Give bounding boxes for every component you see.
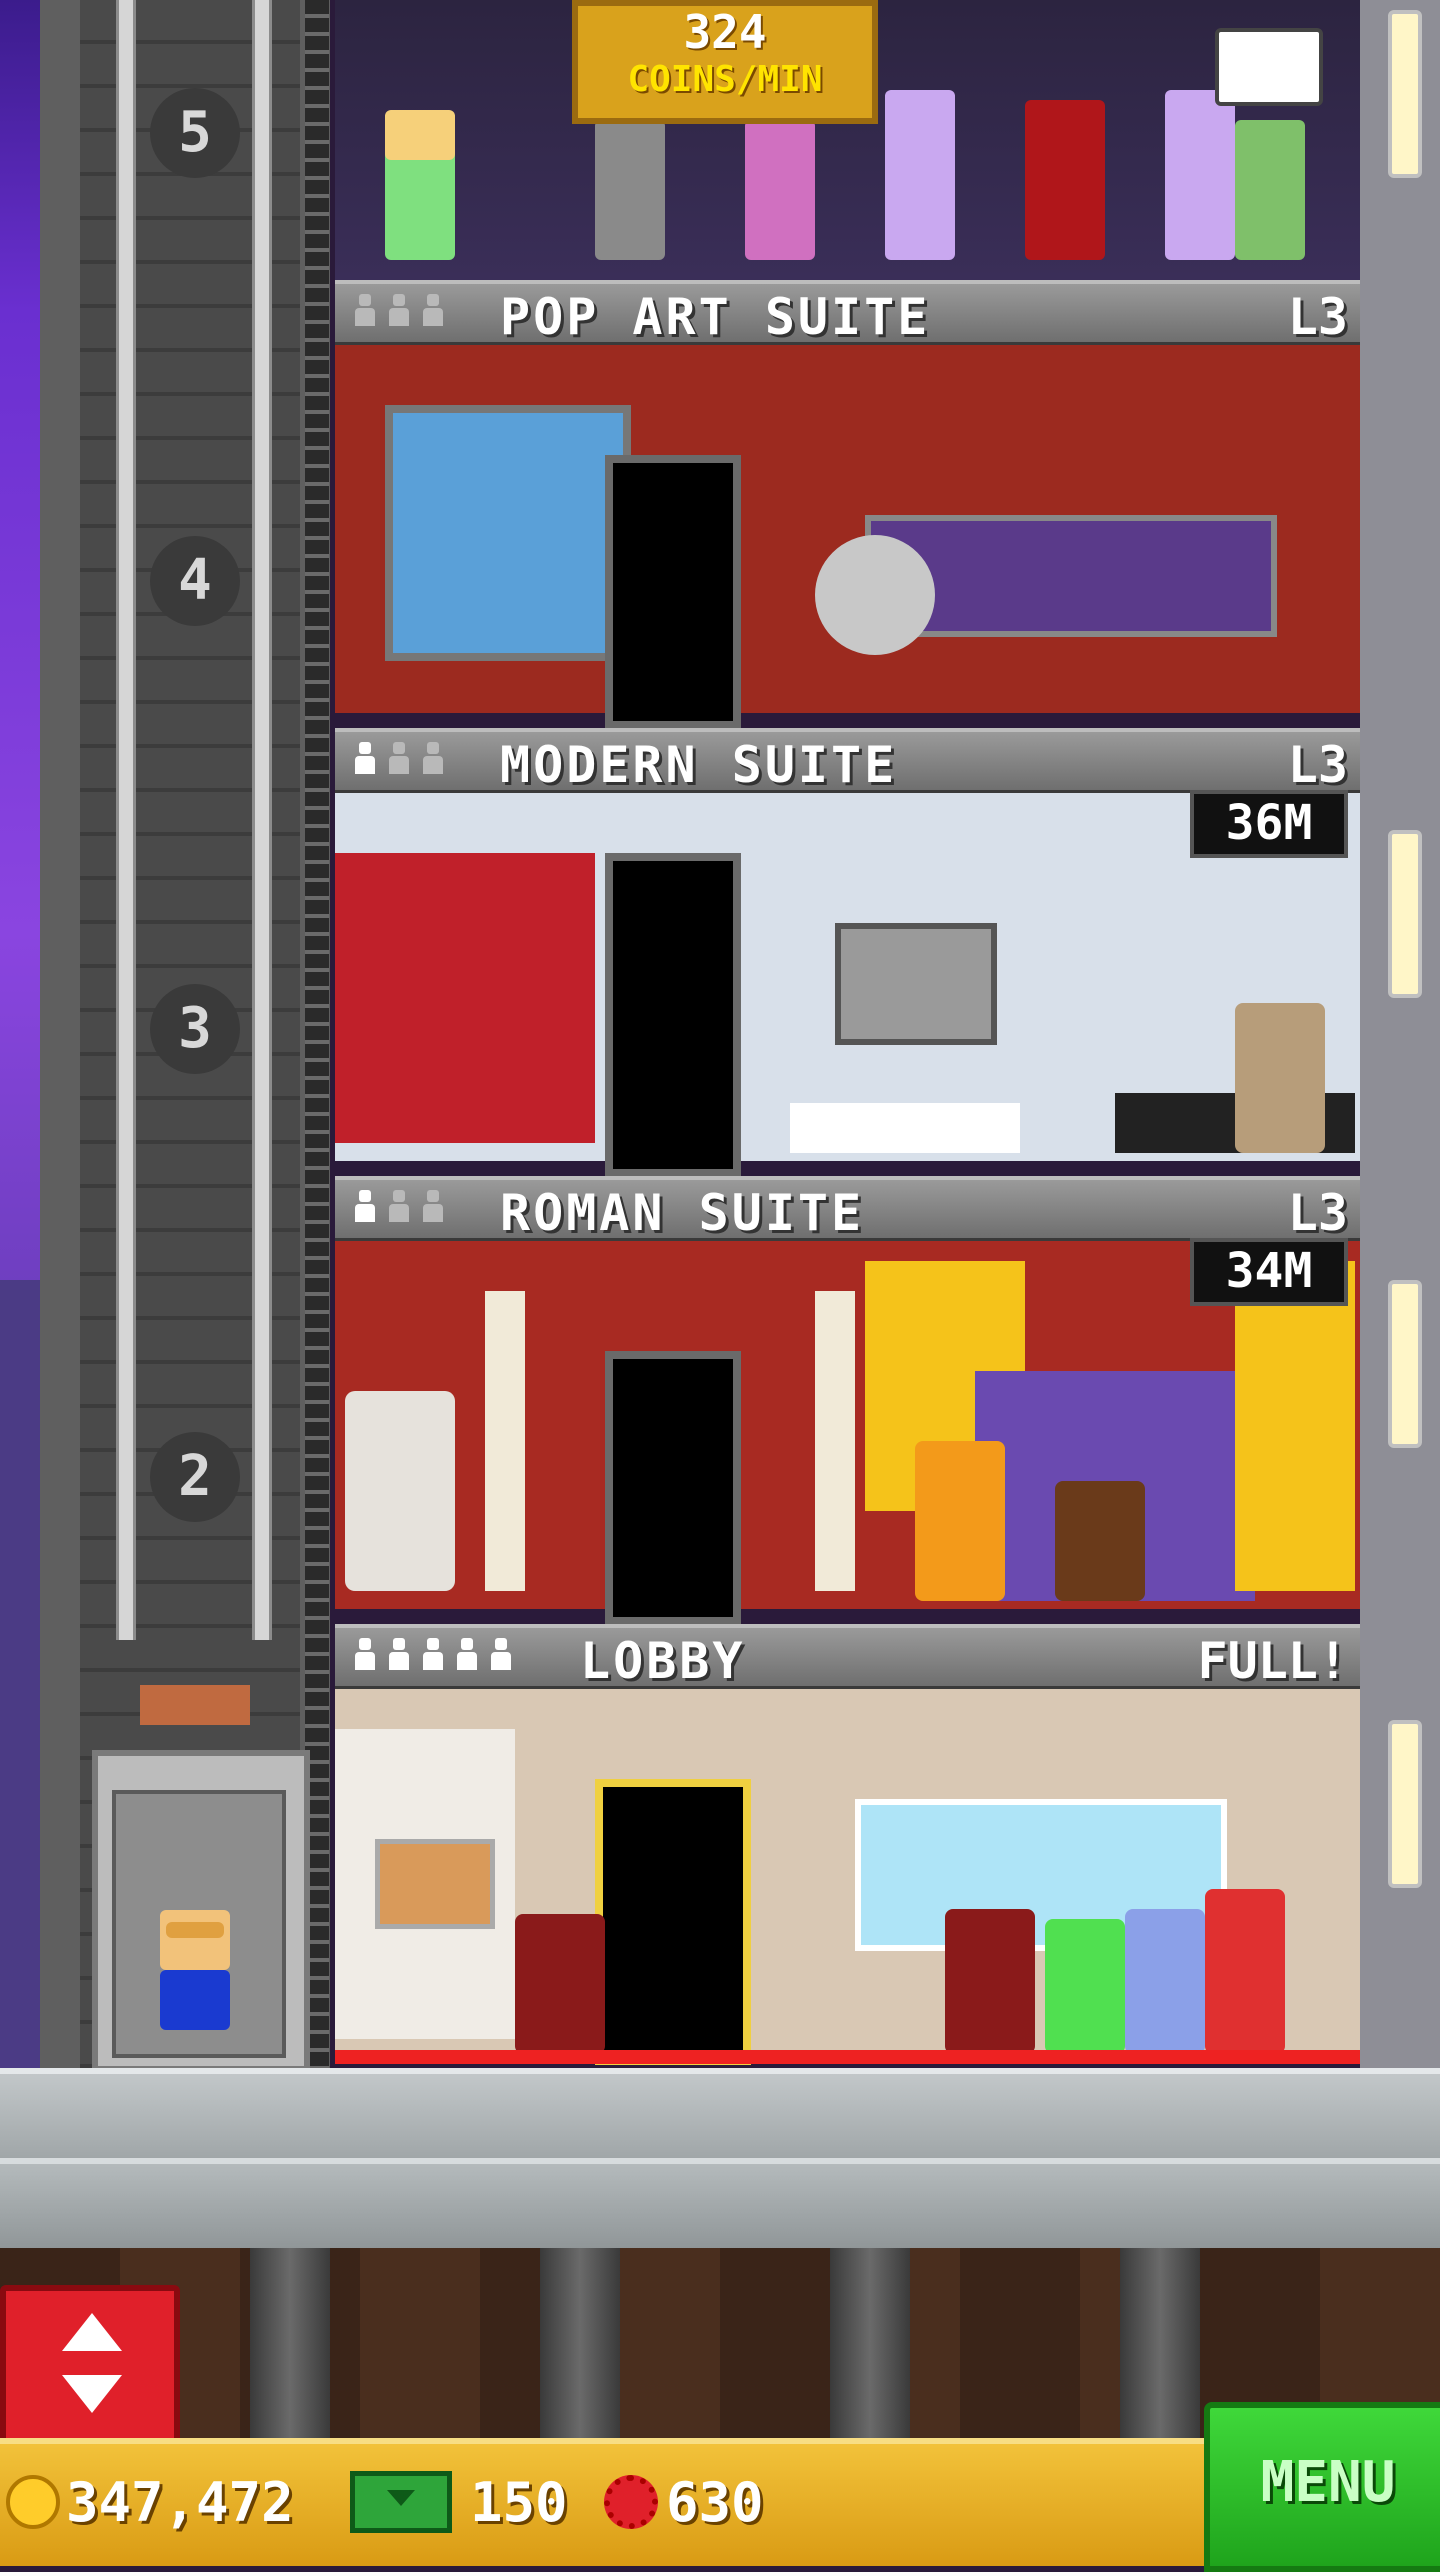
rent-price-tag: 34M bbox=[1190, 1238, 1348, 1306]
curtain-right bbox=[1235, 1261, 1355, 1591]
elevator-control-button[interactable] bbox=[0, 2285, 180, 2447]
shaft-floor-number-2: 2 bbox=[150, 1432, 240, 1522]
elevator-cable-right bbox=[252, 0, 272, 1640]
guest-character[interactable] bbox=[1055, 1481, 1145, 1601]
occupant-icon bbox=[489, 1638, 513, 1672]
wall-light bbox=[1388, 1280, 1422, 1448]
basement-pillar bbox=[250, 2248, 330, 2438]
floor-level: L3 bbox=[1287, 288, 1348, 346]
room-door bbox=[605, 455, 741, 729]
occupant-icon bbox=[387, 742, 411, 776]
shaft-floor-number-5: 5 bbox=[150, 88, 240, 178]
gem-icon bbox=[604, 2475, 658, 2529]
elevator-roof bbox=[140, 1685, 250, 1725]
column bbox=[485, 1291, 525, 1591]
guest-character[interactable] bbox=[915, 1441, 1005, 1601]
room-door bbox=[605, 853, 741, 1177]
occupant-slots bbox=[353, 742, 445, 776]
floor-name: ROMAN SUITE bbox=[500, 1184, 865, 1242]
sidewalk bbox=[0, 2068, 1440, 2164]
up-arrow-icon bbox=[62, 2313, 122, 2351]
wall-light bbox=[1388, 830, 1422, 998]
occupant-icon bbox=[387, 1638, 411, 1672]
floor-banner-roman[interactable]: ROMAN SUITE L3 bbox=[335, 1176, 1360, 1242]
sunset-painting bbox=[375, 1839, 495, 1929]
occupant-icon bbox=[421, 742, 445, 776]
tv-stand bbox=[790, 1103, 1020, 1153]
occupant-icon bbox=[421, 1190, 445, 1224]
column bbox=[815, 1291, 855, 1591]
floor-level: L3 bbox=[1287, 736, 1348, 794]
lobby-room[interactable] bbox=[335, 1689, 1360, 2065]
shaft-floor-number-4: 4 bbox=[150, 536, 240, 626]
lobby-door bbox=[595, 1779, 751, 2065]
occupant-icon bbox=[353, 1638, 377, 1672]
occupant-icon bbox=[353, 1190, 377, 1224]
coin-icon bbox=[6, 2475, 60, 2529]
guest-character[interactable] bbox=[1045, 1919, 1125, 2054]
bellhop-character[interactable] bbox=[945, 1909, 1035, 2054]
floor-level: FULL! bbox=[1197, 1632, 1348, 1690]
basement-pillar bbox=[1120, 2248, 1200, 2438]
down-arrow-icon bbox=[62, 2375, 122, 2413]
bux-value: 150 bbox=[470, 2470, 568, 2534]
statue bbox=[345, 1391, 455, 1591]
occupant-icon bbox=[353, 294, 377, 328]
room-door bbox=[605, 1351, 741, 1625]
floor-level: L3 bbox=[1287, 1184, 1348, 1242]
shaft-floor-number-3: 3 bbox=[150, 984, 240, 1074]
pop-art-suite-room[interactable] bbox=[335, 345, 1360, 729]
occupant-slots bbox=[353, 1638, 513, 1672]
coins-per-min-unit: COINS/MIN bbox=[627, 59, 823, 100]
floor-banner-lobby[interactable]: LOBBY FULL! bbox=[335, 1624, 1360, 1690]
floor-banner-modern[interactable]: MODERN SUITE L3 bbox=[335, 728, 1360, 794]
pop-art-painting bbox=[385, 405, 631, 661]
guest-character[interactable] bbox=[515, 1914, 605, 2054]
occupant-slots bbox=[353, 294, 445, 328]
wall-light bbox=[1388, 1720, 1422, 1888]
rent-price-tag: 36M bbox=[1190, 790, 1348, 858]
basement-pillar bbox=[540, 2248, 620, 2438]
guest-character[interactable] bbox=[1205, 1889, 1285, 2054]
static-tv bbox=[835, 923, 997, 1045]
floor-banner-pop-art[interactable]: POP ART SUITE L3 bbox=[335, 280, 1360, 346]
egg-chair bbox=[815, 535, 935, 655]
wall-light bbox=[1388, 10, 1422, 178]
bux-icon bbox=[350, 2471, 452, 2533]
elevator-cable-left bbox=[116, 0, 136, 1640]
floor-name: POP ART SUITE bbox=[500, 288, 931, 346]
city-silhouette bbox=[0, 1280, 40, 2070]
guest-character[interactable] bbox=[1235, 1003, 1325, 1153]
occupant-icon bbox=[421, 1638, 445, 1672]
occupant-icon bbox=[455, 1638, 479, 1672]
gems-value: 630 bbox=[666, 2470, 764, 2534]
gems-counter[interactable]: 630 bbox=[604, 2458, 764, 2546]
bux-counter[interactable]: 150 bbox=[350, 2458, 568, 2546]
occupant-icon bbox=[353, 742, 377, 776]
basement-pillar bbox=[830, 2248, 910, 2438]
lobby-red-carpet bbox=[335, 2050, 1360, 2064]
occupant-icon bbox=[387, 294, 411, 328]
elevator-passenger[interactable] bbox=[150, 1910, 240, 2040]
floor-name: LOBBY bbox=[580, 1632, 746, 1690]
coins-per-min-badge[interactable]: 324 COINS/MIN bbox=[572, 0, 878, 124]
red-wall-panel bbox=[335, 853, 595, 1143]
occupant-icon bbox=[421, 294, 445, 328]
occupant-icon bbox=[387, 1190, 411, 1224]
guest-character[interactable] bbox=[1125, 1909, 1205, 2054]
coins-per-min-value: 324 bbox=[683, 5, 767, 59]
occupant-slots bbox=[353, 1190, 445, 1224]
menu-button[interactable]: MENU bbox=[1204, 2402, 1440, 2572]
coins-counter[interactable]: 347,472 bbox=[6, 2458, 294, 2546]
floor-name: MODERN SUITE bbox=[500, 736, 898, 794]
coins-value: 347,472 bbox=[66, 2470, 294, 2534]
sidewalk-lower bbox=[0, 2158, 1440, 2254]
